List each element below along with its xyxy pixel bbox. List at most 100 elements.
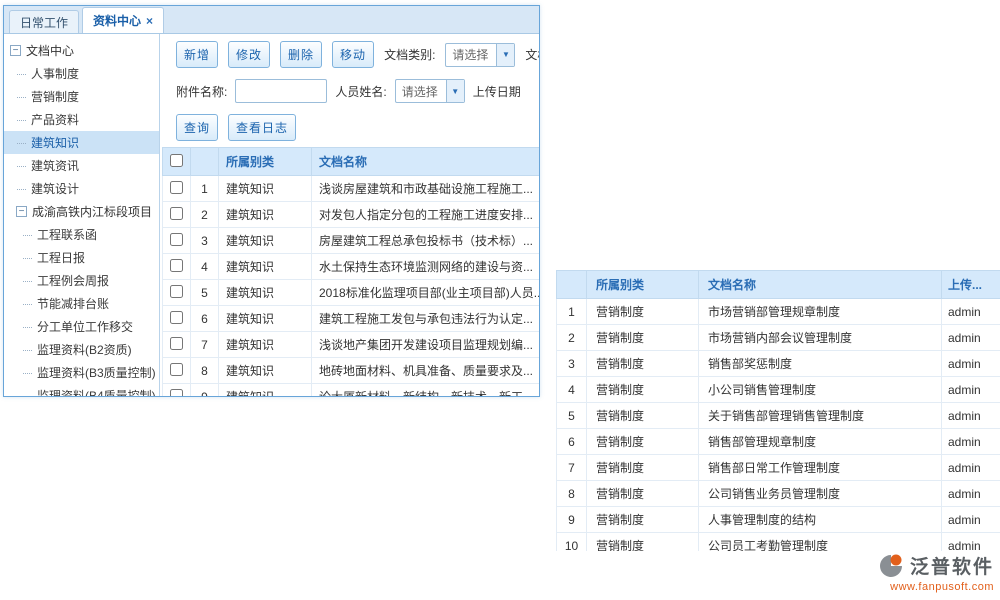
- edit-button[interactable]: 修改: [228, 41, 270, 68]
- move-button[interactable]: 移动: [332, 41, 374, 68]
- row-doc-name: 销售部日常工作管理制度: [699, 455, 942, 481]
- row-doc-name: 建筑工程施工发包与承包违法行为认定...: [312, 306, 540, 332]
- tree-item[interactable]: 建筑资讯: [4, 154, 159, 177]
- row-checkbox[interactable]: [170, 389, 183, 398]
- checkbox-cell: [163, 384, 191, 398]
- tree-root-label: 文档中心: [26, 42, 74, 59]
- person-name-select[interactable]: 请选择 ▼: [395, 79, 465, 103]
- row-checkbox[interactable]: [170, 363, 183, 376]
- tree-item[interactable]: 营销制度: [4, 85, 159, 108]
- add-button[interactable]: 新增: [176, 41, 218, 68]
- tree-item[interactable]: 人事制度: [4, 62, 159, 85]
- tree-root-node[interactable]: −成渝高铁内江标段项目: [4, 200, 159, 223]
- tree-root-node[interactable]: −文档中心: [4, 39, 159, 62]
- table-row[interactable]: 2建筑知识对发包人指定分包的工程施工进度安排...: [163, 202, 540, 228]
- tree-root-label: 成渝高铁内江标段项目: [32, 203, 152, 220]
- table-row[interactable]: 3营销制度销售部奖惩制度admin: [557, 351, 1000, 377]
- tree-item[interactable]: 节能减排台账: [4, 292, 159, 315]
- tree-item[interactable]: 建筑知识: [4, 131, 159, 154]
- row-number: 2: [191, 202, 219, 228]
- row-doc-name: 公司员工考勤管理制度: [699, 533, 942, 552]
- checkbox-cell: [163, 306, 191, 332]
- row-category: 建筑知识: [219, 358, 312, 384]
- table-row[interactable]: 4建筑知识水土保持生态环境监测网络的建设与资...: [163, 254, 540, 280]
- attachment-name-input[interactable]: [235, 79, 327, 103]
- doc-category-label: 文档类别:: [384, 46, 435, 63]
- row-category: 营销制度: [587, 351, 699, 377]
- row-category: 营销制度: [587, 481, 699, 507]
- tree-item[interactable]: 产品资料: [4, 108, 159, 131]
- uploader-header: 上传...: [942, 271, 1000, 299]
- row-uploader: admin: [942, 377, 1000, 403]
- row-category: 营销制度: [587, 455, 699, 481]
- tree-item[interactable]: 工程例会周报: [4, 269, 159, 292]
- table-row[interactable]: 6建筑知识建筑工程施工发包与承包违法行为认定...: [163, 306, 540, 332]
- query-button[interactable]: 查询: [176, 114, 218, 141]
- tree-item[interactable]: 监理资料(B2资质): [4, 338, 159, 361]
- toolbar-actions: 新增 修改 删除 移动 文档类别: 请选择 ▼ 文档: [160, 41, 539, 68]
- tree-item[interactable]: 监理资料(B3质量控制): [4, 361, 159, 384]
- row-number: 9: [557, 507, 587, 533]
- tab-data-center[interactable]: 资料中心 ×: [82, 7, 164, 33]
- table-row[interactable]: 8建筑知识地砖地面材料、机具准备、质量要求及...: [163, 358, 540, 384]
- name-header: 文档名称: [312, 148, 540, 176]
- row-category: 建筑知识: [219, 254, 312, 280]
- table-row[interactable]: 7营销制度销售部日常工作管理制度admin: [557, 455, 1000, 481]
- row-checkbox[interactable]: [170, 207, 183, 220]
- checkbox-cell: [163, 280, 191, 306]
- tree-item[interactable]: 工程联系函: [4, 223, 159, 246]
- tree-item[interactable]: 监理资料(B4质量控制): [4, 384, 159, 397]
- table-row[interactable]: 1营销制度市场营销部管理规章制度admin: [557, 299, 1000, 325]
- close-icon[interactable]: ×: [146, 15, 153, 27]
- row-number: 10: [557, 533, 587, 552]
- collapse-minus-icon[interactable]: −: [10, 45, 21, 56]
- row-uploader: admin: [942, 351, 1000, 377]
- table-row[interactable]: 7建筑知识浅谈地产集团开发建设项目监理规划编...: [163, 332, 540, 358]
- table-row[interactable]: 10营销制度公司员工考勤管理制度admin: [557, 533, 1000, 552]
- checkbox-header-cell: [163, 148, 191, 176]
- table-row[interactable]: 9营销制度人事管理制度的结构admin: [557, 507, 1000, 533]
- row-doc-name: 水土保持生态环境监测网络的建设与资...: [312, 254, 540, 280]
- row-number: 6: [557, 429, 587, 455]
- row-checkbox[interactable]: [170, 285, 183, 298]
- row-checkbox[interactable]: [170, 233, 183, 246]
- row-category: 建筑知识: [219, 202, 312, 228]
- table-row[interactable]: 9建筑知识论大厦新材料、新结构、新技术、新工...: [163, 384, 540, 398]
- row-doc-name: 对发包人指定分包的工程施工进度安排...: [312, 202, 540, 228]
- row-doc-name: 市场营销内部会议管理制度: [699, 325, 942, 351]
- tree-item[interactable]: 建筑设计: [4, 177, 159, 200]
- marketing-documents-table: 所属别类 文档名称 上传... 1营销制度市场营销部管理规章制度admin2营销…: [556, 270, 1000, 551]
- row-checkbox[interactable]: [170, 337, 183, 350]
- table-row[interactable]: 5营销制度关于销售部管理销售管理制度admin: [557, 403, 1000, 429]
- number-header: [557, 271, 587, 299]
- checkbox-cell: [163, 254, 191, 280]
- row-checkbox[interactable]: [170, 259, 183, 272]
- view-log-button[interactable]: 查看日志: [228, 114, 296, 141]
- table-row[interactable]: 2营销制度市场营销内部会议管理制度admin: [557, 325, 1000, 351]
- table-row[interactable]: 4营销制度小公司销售管理制度admin: [557, 377, 1000, 403]
- window-body: −文档中心人事制度营销制度产品资料建筑知识建筑资讯建筑设计−成渝高铁内江标段项目…: [4, 34, 539, 397]
- table-row[interactable]: 8营销制度公司销售业务员管理制度admin: [557, 481, 1000, 507]
- tree-item[interactable]: 分工单位工作移交: [4, 315, 159, 338]
- row-category: 营销制度: [587, 403, 699, 429]
- row-doc-name: 关于销售部管理销售管理制度: [699, 403, 942, 429]
- delete-button[interactable]: 删除: [280, 41, 322, 68]
- table-row[interactable]: 1建筑知识浅谈房屋建筑和市政基础设施工程施工...: [163, 176, 540, 202]
- toolbar-filters: 附件名称: 人员姓名: 请选择 ▼ 上传日期: [160, 79, 539, 103]
- row-uploader: admin: [942, 299, 1000, 325]
- table-header-row: 所属别类 文档名称 上传...: [557, 271, 1000, 299]
- row-checkbox[interactable]: [170, 311, 183, 324]
- table-row[interactable]: 5建筑知识2018标准化监理项目部(业主项目部)人员...: [163, 280, 540, 306]
- row-number: 9: [191, 384, 219, 398]
- row-doc-name: 浅谈地产集团开发建设项目监理规划编...: [312, 332, 540, 358]
- doc-category-select[interactable]: 请选择 ▼: [445, 43, 515, 67]
- row-checkbox[interactable]: [170, 181, 183, 194]
- collapse-minus-icon[interactable]: −: [16, 206, 27, 217]
- fanpu-logo-icon: [878, 553, 904, 579]
- table-header-row: 所属别类 文档名称: [163, 148, 540, 176]
- tab-daily-work[interactable]: 日常工作: [9, 10, 79, 33]
- select-all-checkbox[interactable]: [170, 154, 183, 167]
- tree-item[interactable]: 工程日报: [4, 246, 159, 269]
- table-row[interactable]: 6营销制度销售部管理规章制度admin: [557, 429, 1000, 455]
- table-row[interactable]: 3建筑知识房屋建筑工程总承包投标书（技术标）...: [163, 228, 540, 254]
